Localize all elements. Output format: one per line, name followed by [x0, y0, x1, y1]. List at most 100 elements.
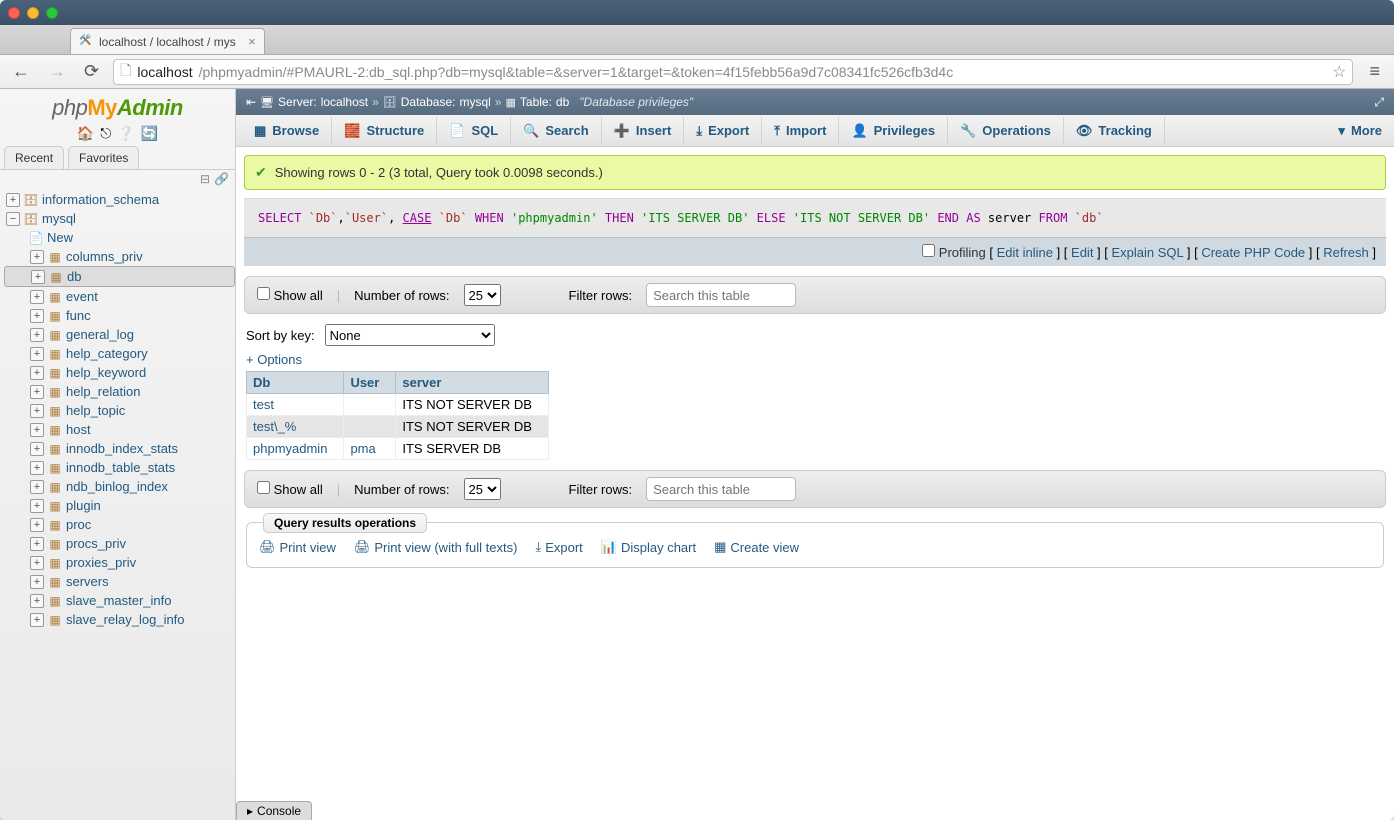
tab-privileges[interactable]: 👤Privileges	[839, 117, 948, 145]
print-view-full-link[interactable]: 🖨Print view (with full texts)	[354, 539, 518, 555]
collapse-icon[interactable]: −	[6, 212, 20, 226]
profiling-label[interactable]: Profiling	[939, 245, 986, 260]
minimize-window-button[interactable]	[27, 7, 39, 19]
num-rows-select[interactable]: 25	[464, 478, 501, 500]
tree-table-host[interactable]: +▦host	[4, 420, 235, 439]
tab-export[interactable]: ⤓Export	[684, 117, 762, 145]
tree-db-information-schema[interactable]: + 🗄 information_schema	[4, 190, 235, 209]
breadcrumb-table[interactable]: db	[556, 95, 569, 109]
close-tab-icon[interactable]: ×	[248, 34, 256, 49]
tree-new-table[interactable]: 📄 New	[4, 228, 235, 247]
tree-table-proxies-priv[interactable]: +▦proxies_priv	[4, 553, 235, 572]
tree-table-proc[interactable]: +▦proc	[4, 515, 235, 534]
show-all-checkbox[interactable]	[257, 287, 270, 300]
collapse-tree-icon[interactable]: ⊟	[200, 172, 210, 186]
expand-icon[interactable]: +	[31, 270, 45, 284]
col-header-db[interactable]: Db	[247, 372, 344, 394]
home-icon[interactable]: 🏠	[77, 125, 94, 142]
display-chart-link[interactable]: 📊Display chart	[601, 539, 696, 555]
reload-button[interactable]: ⟳	[80, 59, 103, 84]
tab-search[interactable]: 🔍Search	[511, 117, 602, 145]
tree-table-help-topic[interactable]: +▦help_topic	[4, 401, 235, 420]
table-row[interactable]: phpmyadminpmaITS SERVER DB	[247, 438, 549, 460]
tree-table-servers[interactable]: +▦servers	[4, 572, 235, 591]
tab-browse[interactable]: ▦Browse	[242, 117, 332, 145]
tree-table-db[interactable]: +▦db	[4, 266, 235, 287]
page-settings-icon[interactable]: ⤢	[1374, 95, 1384, 110]
expand-icon[interactable]: +	[30, 328, 44, 342]
tree-table-help-relation[interactable]: +▦help_relation	[4, 382, 235, 401]
console-toggle[interactable]: ▸ Console	[236, 801, 312, 820]
expand-icon[interactable]: +	[30, 480, 44, 494]
tab-more[interactable]: ▾More	[1326, 117, 1394, 145]
tree-table-ndb-binlog-index[interactable]: +▦ndb_binlog_index	[4, 477, 235, 496]
show-all-checkbox[interactable]	[257, 481, 270, 494]
filter-rows-input[interactable]	[646, 283, 796, 307]
tab-sql[interactable]: 📄SQL	[437, 117, 511, 145]
expand-icon[interactable]: +	[30, 442, 44, 456]
create-view-link[interactable]: ▦Create view	[714, 539, 799, 555]
forward-button[interactable]: →	[44, 59, 70, 84]
docs-icon[interactable]: ❔	[117, 125, 134, 142]
tree-db-mysql[interactable]: − 🗄 mysql	[4, 209, 235, 228]
expand-icon[interactable]: +	[30, 594, 44, 608]
tree-table-help-category[interactable]: +▦help_category	[4, 344, 235, 363]
cell-db[interactable]: test\_%	[247, 416, 344, 438]
print-view-link[interactable]: 🖨Print view	[259, 539, 336, 555]
show-all-label[interactable]: Show all	[257, 287, 323, 303]
expand-icon[interactable]: +	[30, 385, 44, 399]
expand-icon[interactable]: +	[30, 613, 44, 627]
bookmark-star-icon[interactable]: ☆	[1332, 62, 1346, 82]
explain-sql-link[interactable]: Explain SQL	[1112, 245, 1184, 260]
expand-icon[interactable]: +	[30, 499, 44, 513]
cell-user[interactable]: pma	[344, 438, 396, 460]
edit-link[interactable]: Edit	[1071, 245, 1093, 260]
export-link[interactable]: ⤓Export	[535, 539, 582, 555]
browser-menu-icon[interactable]: ≡	[1363, 59, 1386, 84]
tab-tracking[interactable]: 👁Tracking	[1064, 117, 1165, 145]
refresh-link[interactable]: Refresh	[1323, 245, 1369, 260]
tab-structure[interactable]: 🧱Structure	[332, 117, 437, 145]
logout-icon[interactable]: ⎋	[100, 125, 111, 142]
expand-icon[interactable]: +	[30, 537, 44, 551]
expand-icon[interactable]: +	[30, 404, 44, 418]
cell-user[interactable]	[344, 394, 396, 416]
col-header-user[interactable]: User	[344, 372, 396, 394]
breadcrumb-server[interactable]: localhost	[321, 95, 368, 109]
address-bar[interactable]: 🗋 localhost/phpmyadmin/#PMAURL-2:db_sql.…	[113, 59, 1353, 85]
edit-inline-link[interactable]: Edit inline	[997, 245, 1053, 260]
tab-import[interactable]: ⤒Import	[762, 117, 839, 145]
tree-table-innodb-table-stats[interactable]: +▦innodb_table_stats	[4, 458, 235, 477]
expand-icon[interactable]: +	[30, 309, 44, 323]
zoom-window-button[interactable]	[46, 7, 58, 19]
expand-icon[interactable]: +	[30, 518, 44, 532]
browser-tab[interactable]: 🛠️ localhost / localhost / mys ×	[70, 28, 265, 54]
table-row[interactable]: testITS NOT SERVER DB	[247, 394, 549, 416]
num-rows-select[interactable]: 25	[464, 284, 501, 306]
tree-table-func[interactable]: +▦func	[4, 306, 235, 325]
cell-db[interactable]: phpmyadmin	[247, 438, 344, 460]
tab-insert[interactable]: ➕Insert	[602, 117, 685, 145]
tree-table-procs-priv[interactable]: +▦procs_priv	[4, 534, 235, 553]
expand-icon[interactable]: +	[30, 347, 44, 361]
tree-table-slave-master-info[interactable]: +▦slave_master_info	[4, 591, 235, 610]
expand-icon[interactable]: +	[30, 250, 44, 264]
cell-user[interactable]	[344, 416, 396, 438]
breadcrumb-database[interactable]: mysql	[459, 95, 490, 109]
cell-db[interactable]: test	[247, 394, 344, 416]
recent-tab[interactable]: Recent	[4, 146, 64, 169]
link-icon[interactable]: 🔗	[214, 172, 229, 186]
tree-table-event[interactable]: +▦event	[4, 287, 235, 306]
close-window-button[interactable]	[8, 7, 20, 19]
tree-table-plugin[interactable]: +▦plugin	[4, 496, 235, 515]
col-header-server[interactable]: server	[396, 372, 549, 394]
table-row[interactable]: test\_%ITS NOT SERVER DB	[247, 416, 549, 438]
expand-icon[interactable]: +	[6, 193, 20, 207]
nav-toggle-icon[interactable]: ⇤	[246, 95, 256, 109]
expand-icon[interactable]: +	[30, 461, 44, 475]
tab-operations[interactable]: 🔧Operations	[948, 117, 1064, 145]
create-php-link[interactable]: Create PHP Code	[1201, 245, 1305, 260]
show-all-label[interactable]: Show all	[257, 481, 323, 497]
expand-icon[interactable]: +	[30, 290, 44, 304]
expand-icon[interactable]: +	[30, 423, 44, 437]
